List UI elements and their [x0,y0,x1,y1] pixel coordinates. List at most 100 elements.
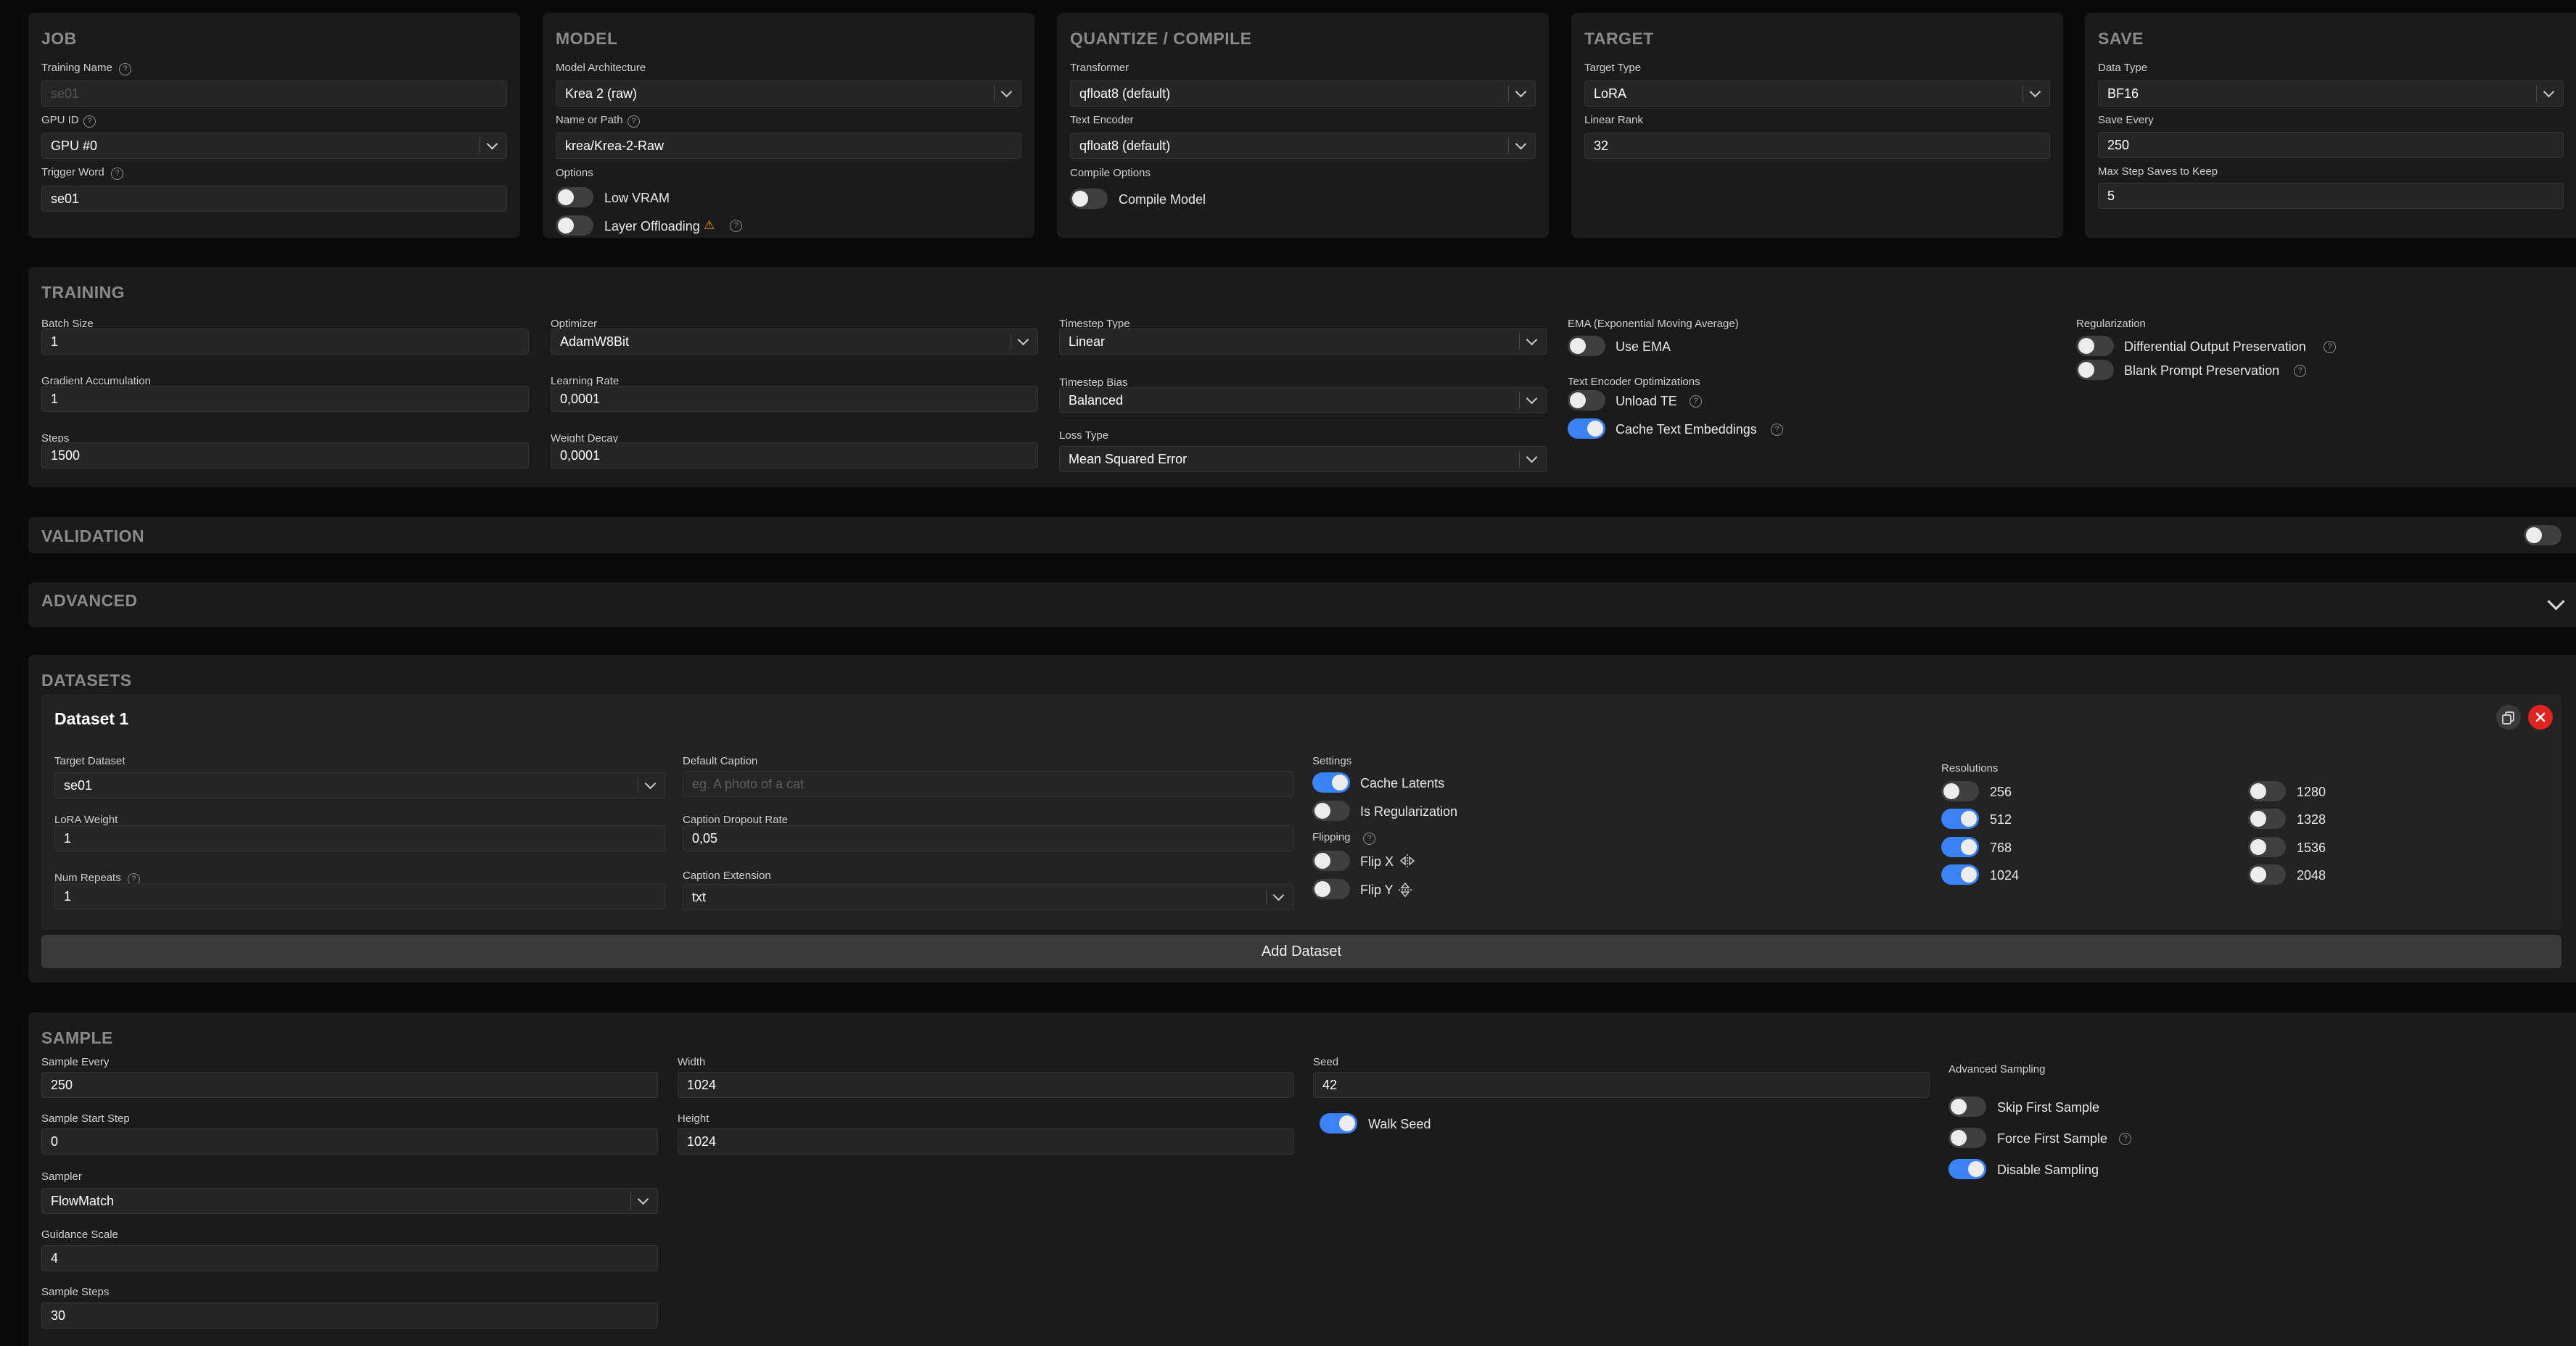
target-title: TARGET [1584,29,1654,48]
cache-latents-toggle[interactable] [1312,772,1350,793]
training-name-label: Training Name [41,62,112,74]
optimizer-select[interactable]: AdamW8Bit [551,329,1038,355]
width-input[interactable]: 1024 [678,1072,1294,1098]
caption-extension-select[interactable]: txt [683,884,1293,910]
layer-offloading-toggle[interactable] [556,215,593,236]
target-type-label: Target Type [1584,62,1642,74]
target-dataset-select[interactable]: se01 [54,772,665,798]
res-1328-toggle[interactable] [2248,809,2286,829]
res-1024-toggle[interactable] [1941,864,1979,885]
text-encoder-select[interactable]: qfloat8 (default) [1070,133,1536,159]
res-1280-toggle[interactable] [2248,781,2286,801]
timestep-type-select[interactable]: Linear [1059,329,1547,355]
help-icon[interactable]: ? [2119,1133,2131,1145]
transformer-select[interactable]: qfloat8 (default) [1070,80,1536,107]
cache-text-embeddings-label: Cache Text Embeddings [1616,422,1757,437]
res-1280-label: 1280 [2297,785,2326,799]
low-vram-toggle[interactable] [556,187,593,207]
target-dataset-label: Target Dataset [54,755,125,767]
res-1536-label: 1536 [2297,841,2326,855]
dop-toggle[interactable] [2076,336,2114,356]
flip-y-toggle[interactable] [1312,879,1350,899]
bpp-toggle[interactable] [2076,360,2114,380]
help-icon[interactable]: ? [119,63,131,75]
advanced-panel[interactable]: ADVANCED [28,582,2576,627]
quantize-panel: QUANTIZE / COMPILE Transformer qfloat8 (… [1057,13,1549,238]
cache-text-embeddings-toggle[interactable] [1568,418,1605,439]
sample-every-input[interactable]: 250 [41,1072,658,1098]
model-path-input[interactable]: krea/Krea-2-Raw [556,133,1021,159]
walk-seed-toggle[interactable] [1320,1113,1357,1134]
res-512-toggle[interactable] [1941,809,1979,829]
compile-model-toggle[interactable] [1070,189,1108,209]
linear-rank-label: Linear Rank [1584,114,1643,126]
trigger-word-label: Trigger Word [41,166,104,178]
skip-first-sample-toggle[interactable] [1949,1097,1986,1117]
guidance-scale-input[interactable]: 4 [41,1245,658,1271]
ema-label: EMA (Exponential Moving Average) [1568,318,1739,330]
timestep-bias-value: Balanced [1069,393,1124,408]
num-repeats-input[interactable]: 1 [54,883,665,909]
max-saves-label: Max Step Saves to Keep [2098,165,2218,178]
batch-size-input[interactable]: 1 [41,329,529,355]
res-1536-toggle[interactable] [2248,837,2286,857]
help-icon[interactable]: ? [2324,341,2336,353]
add-dataset-button[interactable]: Add Dataset [41,935,2561,968]
seed-input[interactable]: 42 [1313,1072,1930,1098]
data-type-select[interactable]: BF16 [2098,80,2564,107]
disable-sampling-toggle[interactable] [1949,1159,1986,1179]
flip-x-toggle[interactable] [1312,851,1350,871]
sample-panel: SAMPLE Sample Every 250 Sample Start Ste… [28,1012,2576,1346]
help-icon[interactable]: ? [1363,833,1375,845]
sampler-select[interactable]: FlowMatch [41,1188,658,1214]
help-icon[interactable]: ? [1690,395,1702,408]
caption-dropout-input[interactable]: 0,05 [683,825,1293,851]
help-icon[interactable]: ? [111,168,123,180]
compile-options-label: Compile Options [1070,167,1151,179]
timestep-bias-select[interactable]: Balanced [1059,387,1547,413]
save-every-label: Save Every [2098,114,2154,126]
help-icon[interactable]: ? [1771,424,1783,436]
validation-panel[interactable]: VALIDATION [28,517,2576,553]
unload-te-toggle[interactable] [1568,390,1605,410]
default-caption-input[interactable] [683,771,1293,797]
help-icon[interactable]: ? [730,220,742,232]
help-icon[interactable]: ? [83,115,96,128]
target-type-select[interactable]: LoRA [1584,80,2050,107]
help-icon[interactable]: ? [2294,365,2306,377]
gpu-id-select[interactable]: GPU #0 [41,133,507,159]
trigger-word-input[interactable]: se01 [41,186,507,212]
loss-type-value: Mean Squared Error [1069,452,1188,466]
weight-decay-input[interactable]: 0,0001 [551,442,1038,468]
loss-type-select[interactable]: Mean Squared Error [1059,446,1547,472]
help-icon[interactable]: ? [627,115,640,128]
duplicate-dataset-button[interactable] [2496,705,2521,730]
model-arch-label: Model Architecture [556,62,646,74]
layer-offloading-label: Layer Offloading [604,219,700,234]
validation-toggle[interactable] [2524,525,2561,545]
compile-model-label: Compile Model [1119,192,1206,207]
max-saves-input[interactable]: 5 [2098,183,2564,209]
height-input[interactable]: 1024 [678,1128,1294,1155]
linear-rank-input[interactable]: 32 [1584,133,2050,159]
chevron-down-icon[interactable] [2547,593,2565,611]
res-768-toggle[interactable] [1941,837,1979,857]
chevron-down-icon [480,138,506,154]
save-every-input[interactable]: 250 [2098,132,2564,158]
training-name-input[interactable]: se01 [41,80,507,107]
sample-steps-input[interactable]: 30 [41,1302,658,1329]
force-first-sample-toggle[interactable] [1949,1128,1986,1148]
grad-accum-input[interactable]: 1 [41,386,529,412]
learning-rate-input[interactable]: 0,0001 [551,386,1038,412]
is-regularization-toggle[interactable] [1312,801,1350,821]
use-ema-toggle[interactable] [1568,336,1605,356]
res-256-toggle[interactable] [1941,781,1979,801]
lora-weight-input[interactable]: 1 [54,825,665,851]
sample-start-input[interactable]: 0 [41,1128,658,1155]
resolutions-label: Resolutions [1941,762,1999,775]
model-arch-select[interactable]: Krea 2 (raw) [556,80,1021,107]
data-type-value: BF16 [2107,86,2139,101]
res-2048-toggle[interactable] [2248,864,2286,885]
steps-input[interactable]: 1500 [41,442,529,468]
delete-dataset-button[interactable] [2528,705,2553,730]
